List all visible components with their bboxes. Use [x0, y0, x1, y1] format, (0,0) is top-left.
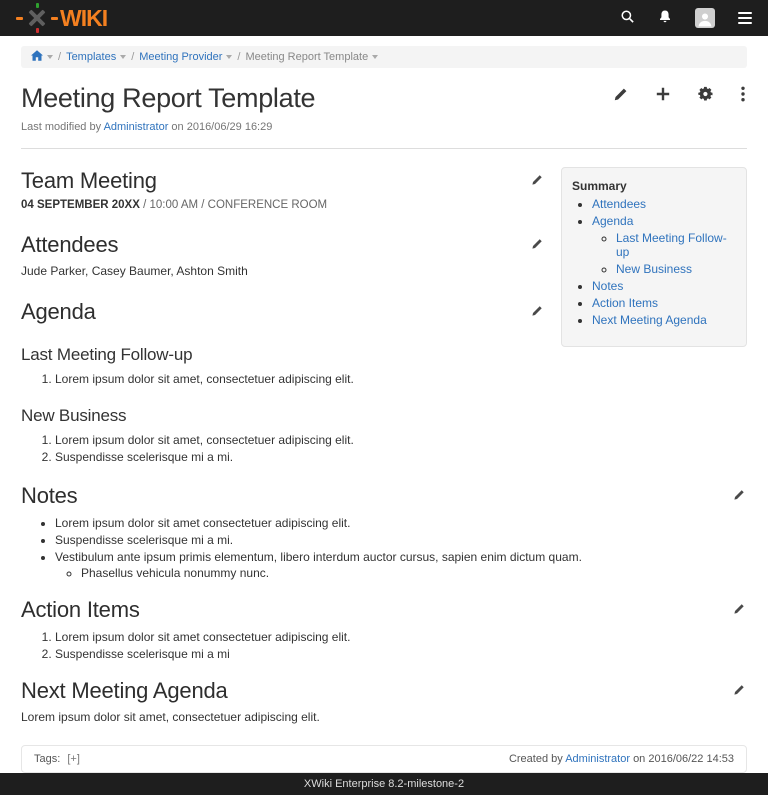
- breadcrumb-caret[interactable]: [120, 55, 126, 59]
- logo-dash-left-icon: [16, 17, 23, 20]
- breadcrumb-item-templates[interactable]: Templates: [66, 51, 116, 63]
- list-item: Action Items: [592, 296, 738, 310]
- pencil-icon: [733, 684, 745, 699]
- document-content: Summary Attendees Agenda Last Meeting Fo…: [0, 149, 768, 724]
- bell-icon: [658, 9, 672, 27]
- pencil-icon: [733, 489, 745, 504]
- pencil-icon: [613, 87, 628, 105]
- section-heading-agenda: Agenda: [21, 299, 96, 325]
- list-item: Attendees: [592, 197, 738, 211]
- breadcrumb-caret[interactable]: [372, 55, 378, 59]
- version-text: XWiki Enterprise 8.2-milestone-2: [304, 778, 464, 790]
- breadcrumb-separator: /: [237, 51, 240, 63]
- new-business-list: Lorem ipsum dolor sit amet, consectetuer…: [21, 433, 747, 464]
- add-tag-button[interactable]: [+]: [67, 753, 80, 765]
- created-by-line: Created by Administrator on 2016/06/22 1…: [509, 753, 734, 765]
- edit-page-button[interactable]: [611, 85, 630, 107]
- toc-link-attendees[interactable]: Attendees: [592, 197, 646, 211]
- toc-link-action-items[interactable]: Action Items: [592, 296, 658, 310]
- plus-icon: [655, 86, 671, 105]
- list-item: New Business: [616, 262, 738, 276]
- list-item: Suspendisse scelerisque mi a mi.: [55, 450, 747, 464]
- add-page-button[interactable]: [653, 84, 673, 107]
- breadcrumb-caret[interactable]: [226, 55, 232, 59]
- last-modified-line: Last modified by Administrator on 2016/0…: [21, 121, 747, 133]
- tags-area: Tags: [+]: [34, 753, 80, 765]
- list-item: Vestibulum ante ipsum primis elementum, …: [55, 550, 747, 580]
- pencil-icon: [531, 305, 543, 320]
- user-menu-button[interactable]: [693, 6, 717, 30]
- section-heading-action-items: Action Items: [21, 597, 140, 623]
- list-item: Lorem ipsum dolor sit amet consectetuer …: [55, 630, 747, 644]
- created-by-user-link[interactable]: Administrator: [565, 753, 630, 765]
- page-actions: [611, 84, 747, 107]
- list-item: Lorem ipsum dolor sit amet, consectetuer…: [55, 372, 747, 386]
- logo-dash-right-icon: [51, 17, 58, 20]
- summary-title: Summary: [572, 179, 738, 193]
- hamburger-icon: [738, 12, 752, 24]
- avatar: [695, 8, 715, 28]
- search-icon: [620, 9, 635, 27]
- logo-x-icon: [26, 5, 48, 31]
- breadcrumb-item-meeting-provider[interactable]: Meeting Provider: [139, 51, 222, 63]
- section-heading-notes: Notes: [21, 483, 77, 509]
- tags-label: Tags:: [34, 753, 60, 765]
- page-header: Meeting Report Template Last modified by…: [0, 68, 768, 133]
- more-actions-button[interactable]: [739, 84, 747, 107]
- kebab-icon: [741, 86, 745, 105]
- toc-link-new-business[interactable]: New Business: [616, 262, 692, 276]
- list-item: Next Meeting Agenda: [592, 313, 738, 327]
- list-item: Lorem ipsum dolor sit amet consectetuer …: [55, 516, 747, 530]
- edit-section-button[interactable]: [529, 172, 545, 191]
- breadcrumb-separator: /: [131, 51, 134, 63]
- top-navbar: WIKI: [0, 0, 768, 36]
- list-item: Suspendisse scelerisque mi a mi.: [55, 533, 747, 547]
- list-item: Phasellus vehicula nonummy nunc.: [81, 566, 747, 580]
- edit-section-button[interactable]: [731, 601, 747, 620]
- breadcrumb-home-link[interactable]: [31, 50, 43, 64]
- toc-link-agenda[interactable]: Agenda: [592, 214, 633, 228]
- list-item: Notes: [592, 279, 738, 293]
- list-item: Suspendisse scelerisque mi a mi: [55, 647, 747, 661]
- action-items-list: Lorem ipsum dolor sit amet consectetuer …: [21, 630, 747, 661]
- drawer-menu-button[interactable]: [736, 10, 754, 26]
- brand-text: WIKI: [60, 7, 107, 30]
- modified-by-user-link[interactable]: Administrator: [104, 121, 169, 133]
- list-item: Last Meeting Follow-up: [616, 231, 738, 259]
- edit-section-button[interactable]: [529, 236, 545, 255]
- document-footer: Tags: [+] Created by Administrator on 20…: [21, 745, 747, 773]
- edit-section-button[interactable]: [731, 682, 747, 701]
- section-heading-attendees: Attendees: [21, 232, 118, 258]
- toc-link-last-meeting-follow-up[interactable]: Last Meeting Follow-up: [616, 231, 727, 259]
- list-item: Lorem ipsum dolor sit amet, consectetuer…: [55, 433, 747, 447]
- toc-link-notes[interactable]: Notes: [592, 279, 623, 293]
- last-meeting-list: Lorem ipsum dolor sit amet, consectetuer…: [21, 372, 747, 386]
- toc-link-next-meeting-agenda[interactable]: Next Meeting Agenda: [592, 313, 707, 327]
- settings-button[interactable]: [696, 84, 716, 107]
- pencil-icon: [531, 238, 543, 253]
- list-item: Agenda Last Meeting Follow-up New Busine…: [592, 214, 738, 276]
- gear-icon: [698, 86, 714, 105]
- pencil-icon: [531, 174, 543, 189]
- version-bar: XWiki Enterprise 8.2-milestone-2: [0, 773, 768, 795]
- section-heading-next-meeting-agenda: Next Meeting Agenda: [21, 678, 228, 704]
- subsection-heading-new-business: New Business: [21, 406, 747, 426]
- home-icon: [31, 50, 43, 64]
- pencil-icon: [733, 603, 745, 618]
- breadcrumb-home-caret[interactable]: [47, 55, 53, 59]
- notes-list: Lorem ipsum dolor sit amet consectetuer …: [21, 516, 747, 580]
- xwiki-logo[interactable]: WIKI: [16, 5, 107, 31]
- next-meeting-text: Lorem ipsum dolor sit amet, consectetuer…: [21, 710, 747, 724]
- breadcrumb-separator: /: [58, 51, 61, 63]
- breadcrumb: / Templates / Meeting Provider / Meeting…: [21, 46, 747, 68]
- summary-panel: Summary Attendees Agenda Last Meeting Fo…: [561, 167, 747, 347]
- section-heading-team-meeting: Team Meeting: [21, 168, 157, 194]
- breadcrumb-item-current: Meeting Report Template: [245, 51, 368, 63]
- subsection-heading-last-meeting-follow-up: Last Meeting Follow-up: [21, 345, 747, 365]
- notifications-button[interactable]: [656, 7, 674, 29]
- edit-section-button[interactable]: [529, 303, 545, 322]
- search-button[interactable]: [618, 7, 637, 29]
- edit-section-button[interactable]: [731, 487, 747, 506]
